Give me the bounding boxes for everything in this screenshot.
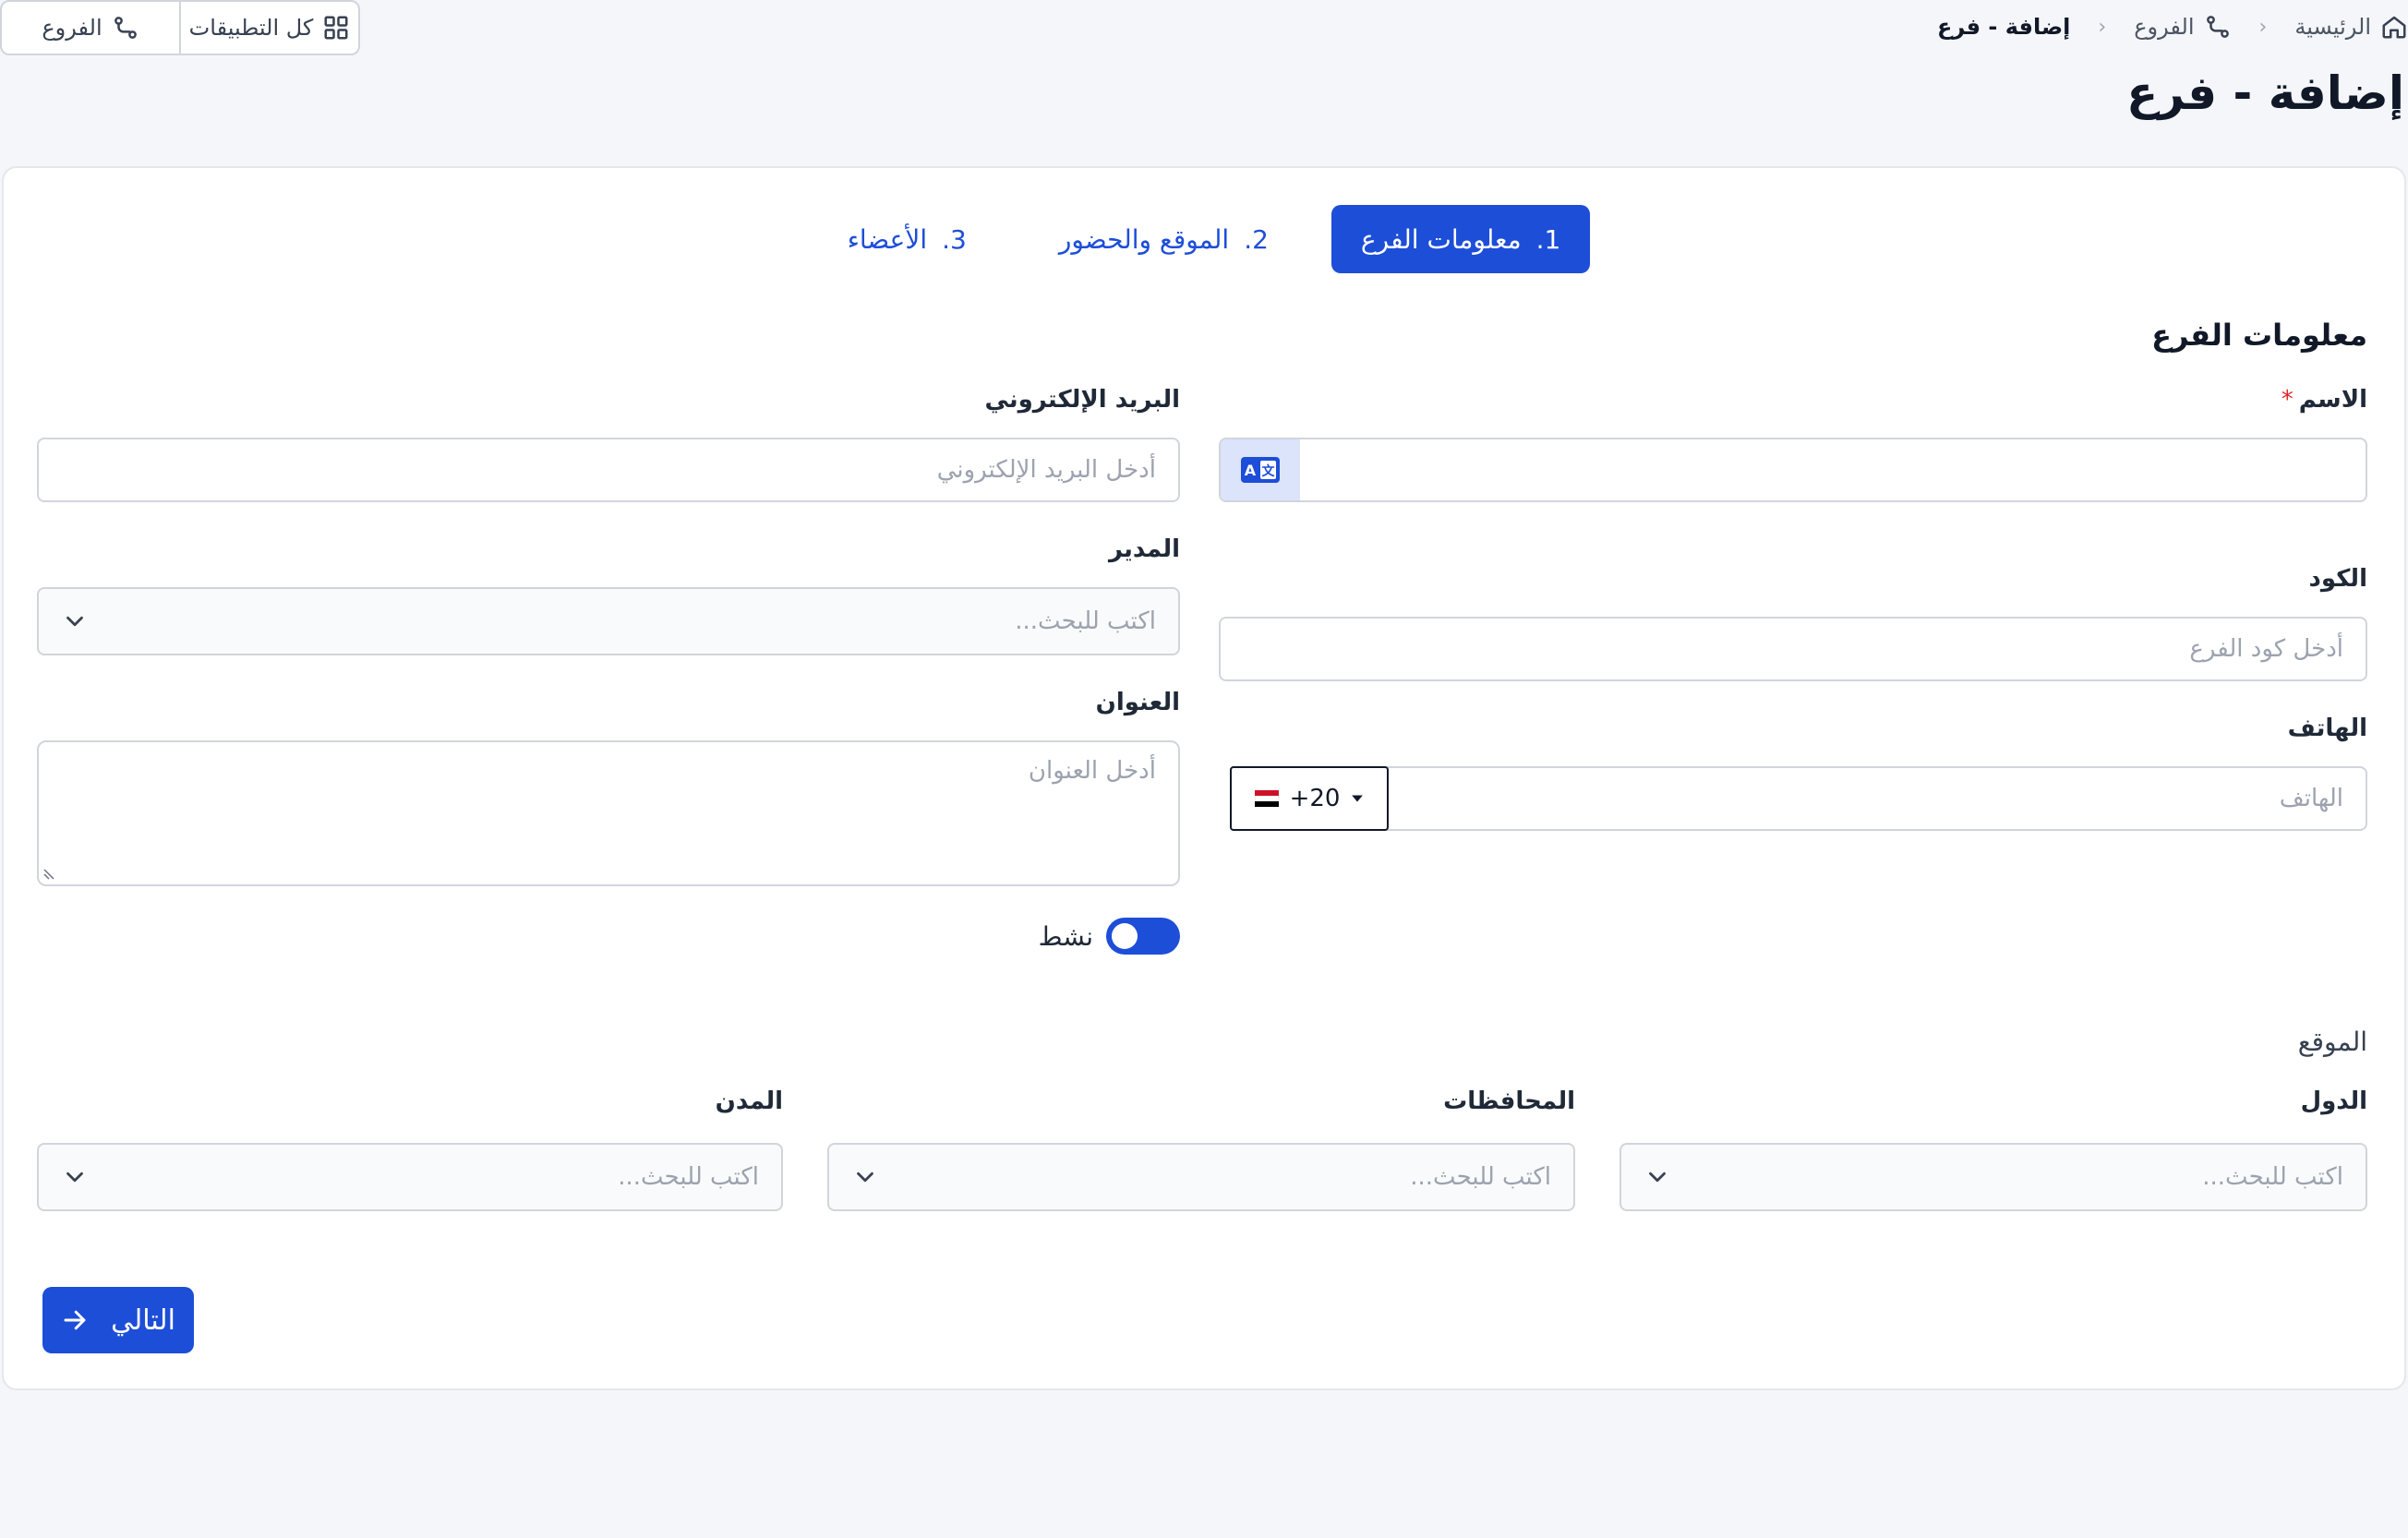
country-code-select[interactable]: +20 xyxy=(1230,766,1389,831)
code-placeholder: أدخل كود الفرع xyxy=(2189,635,2343,663)
active-toggle-row: نشط xyxy=(1039,918,1180,955)
caret-down-icon xyxy=(1351,794,1364,803)
code-label: الكود xyxy=(2308,565,2367,593)
step-label: معلومات الفرع xyxy=(1360,223,1522,255)
address-textarea[interactable]: أدخل العنوان xyxy=(37,740,1180,886)
phone-label: الهاتف xyxy=(2287,715,2367,742)
form-card: 1. معلومات الفرع 2. الموقع والحضور 3. ال… xyxy=(2,166,2406,1390)
all-apps-button[interactable]: كل التطبيقات xyxy=(181,2,358,54)
branch-icon xyxy=(2204,13,2232,41)
email-placeholder: أدخل البريد الإلكتروني xyxy=(936,456,1156,484)
step-label: الموقع والحضور xyxy=(1058,223,1230,255)
governorates-placeholder: اكتب للبحث... xyxy=(1410,1163,1551,1191)
branch-icon xyxy=(112,14,139,42)
breadcrumb-branches-label: الفروع xyxy=(2134,14,2195,40)
countries-select[interactable]: اكتب للبحث... xyxy=(1619,1143,2367,1211)
chevron-down-icon xyxy=(61,1163,89,1191)
governorates-select[interactable]: اكتب للبحث... xyxy=(827,1143,1575,1211)
manager-select[interactable]: اكتب للبحث... xyxy=(37,587,1180,655)
translate-button[interactable]: A 文 xyxy=(1221,439,1300,500)
next-label: التالي xyxy=(111,1304,175,1337)
next-button[interactable]: التالي xyxy=(42,1287,194,1353)
country-code-value: +20 xyxy=(1289,785,1341,812)
home-icon xyxy=(2380,13,2408,41)
branches-label: الفروع xyxy=(42,15,102,41)
translate-icon: A 文 xyxy=(1240,456,1281,484)
chevron-down-icon xyxy=(61,607,89,635)
svg-text:A: A xyxy=(1245,462,1257,479)
step-branch-info[interactable]: 1. معلومات الفرع xyxy=(1330,205,1591,273)
address-placeholder: أدخل العنوان xyxy=(1028,757,1156,785)
email-label: البريد الإلكتروني xyxy=(984,386,1180,414)
step-number: 2. xyxy=(1244,223,1269,255)
breadcrumb-branches[interactable]: الفروع xyxy=(2134,13,2231,41)
breadcrumb: الرئيسية ‹ الفروع ‹ إضافة - فرع xyxy=(1937,7,2408,46)
section-title-branch-info: معلومات الفرع xyxy=(2151,318,2367,353)
cities-label: المدن xyxy=(715,1087,783,1115)
cities-select[interactable]: اكتب للبحث... xyxy=(37,1143,783,1211)
manager-placeholder: اكتب للبحث... xyxy=(1015,607,1156,635)
name-label-text: الاسم xyxy=(2298,386,2367,414)
page-title: إضافة - فرع xyxy=(2126,66,2404,120)
section-title-location: الموقع xyxy=(2297,1027,2367,1057)
governorates-label: المحافظات xyxy=(1443,1087,1575,1115)
step-number: 1. xyxy=(1535,223,1561,255)
step-location-attendance[interactable]: 2. الموقع والحضور xyxy=(1029,205,1298,273)
phone-placeholder: الهاتف xyxy=(2279,785,2343,812)
code-field[interactable]: أدخل كود الفرع xyxy=(1219,617,2367,681)
chevron-down-icon xyxy=(1643,1163,1671,1191)
required-mark: * xyxy=(2281,386,2294,414)
breadcrumb-current: إضافة - فرع xyxy=(1937,14,2071,40)
arrow-right-icon xyxy=(61,1306,89,1334)
chevron-left-icon: ‹ xyxy=(2098,15,2107,39)
phone-field[interactable]: الهاتف xyxy=(1378,766,2367,831)
top-actions: كل التطبيقات الفروع xyxy=(0,0,360,55)
svg-text:文: 文 xyxy=(1262,463,1276,479)
chevron-left-icon: ‹ xyxy=(2258,15,2268,39)
toggle-knob xyxy=(1112,923,1138,949)
all-apps-label: كل التطبيقات xyxy=(188,15,314,41)
cities-placeholder: اكتب للبحث... xyxy=(618,1163,759,1191)
active-toggle[interactable] xyxy=(1106,918,1180,955)
name-label: الاسم* xyxy=(2282,386,2367,414)
step-label: الأعضاء xyxy=(847,223,928,255)
countries-placeholder: اكتب للبحث... xyxy=(2202,1163,2343,1191)
manager-label: المدير xyxy=(1108,535,1180,563)
step-number: 3. xyxy=(942,223,967,255)
name-field[interactable]: A 文 xyxy=(1219,438,2367,502)
active-label: نشط xyxy=(1038,920,1093,952)
egypt-flag-icon xyxy=(1254,790,1279,807)
email-field[interactable]: أدخل البريد الإلكتروني xyxy=(37,438,1180,502)
stepper: 1. معلومات الفرع 2. الموقع والحضور 3. ال… xyxy=(4,205,2404,273)
breadcrumb-home[interactable]: الرئيسية xyxy=(2294,13,2408,41)
chevron-down-icon xyxy=(851,1163,879,1191)
step-members[interactable]: 3. الأعضاء xyxy=(818,205,996,273)
grid-icon xyxy=(322,14,350,42)
address-label: العنوان xyxy=(1095,689,1180,716)
resize-grip-icon[interactable] xyxy=(42,866,57,881)
branches-button[interactable]: الفروع xyxy=(2,2,181,54)
breadcrumb-home-label: الرئيسية xyxy=(2294,14,2371,40)
countries-label: الدول xyxy=(2300,1087,2367,1115)
